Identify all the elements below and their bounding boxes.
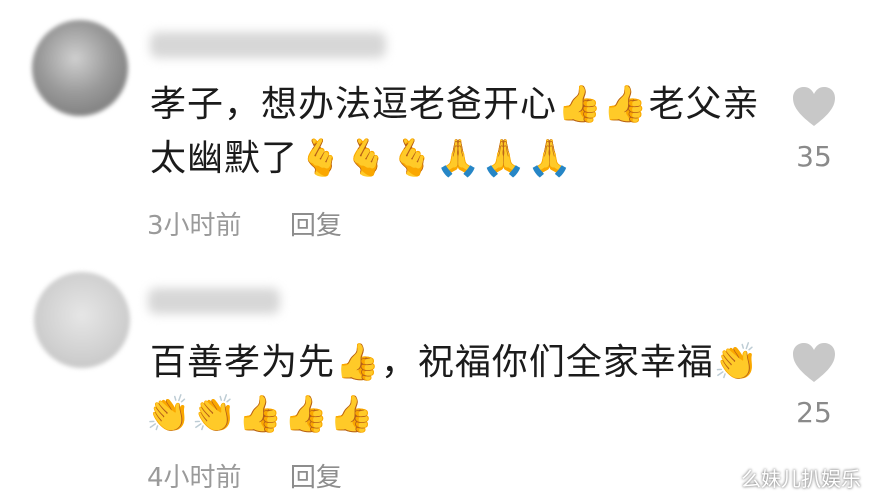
like-count: 25 (796, 396, 832, 429)
timestamp: 4小时前 (147, 463, 242, 493)
avatar[interactable] (34, 272, 130, 368)
heart-icon (793, 343, 835, 382)
comment-text-line-1: 孝子，想办法逗老爸开心👍👍老父亲 (150, 84, 760, 125)
watermark-text: 么妹儿扒娱乐 (741, 467, 861, 491)
like-button[interactable]: 25 (784, 342, 844, 429)
timestamp: 3小时前 (147, 211, 242, 241)
comment-text-line-1: 百善孝为先👍，祝福你们全家幸福👏 (150, 342, 760, 383)
comment-text-line-2: 太幽默了🫰🫰🫰🙏🙏🙏 (150, 138, 573, 179)
like-button[interactable]: 35 (784, 86, 844, 173)
like-count: 35 (796, 140, 832, 173)
username-blurred[interactable] (148, 288, 280, 314)
reply-button[interactable]: 回复 (290, 205, 342, 242)
avatar[interactable] (32, 20, 128, 116)
reply-button[interactable]: 回复 (290, 457, 342, 494)
comment-meta: 4小时前 回复 (147, 457, 342, 494)
heart-icon (793, 87, 835, 126)
comment-text-line-2: 👏👏👍👍👍 (146, 394, 376, 435)
username-blurred[interactable] (150, 32, 386, 58)
comment-meta: 3小时前 回复 (147, 205, 342, 242)
